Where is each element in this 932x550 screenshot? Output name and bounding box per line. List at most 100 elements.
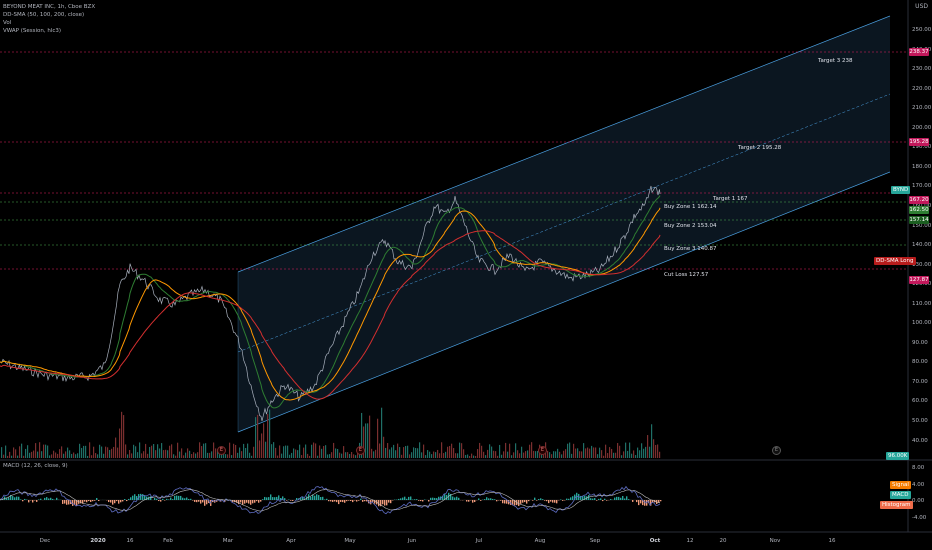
macd-histogram-bar	[568, 498, 570, 500]
macd-histogram-bar	[322, 496, 324, 500]
earnings-marker-2[interactable]: E	[356, 446, 365, 455]
volume-bar	[123, 415, 125, 458]
volume-bar	[375, 449, 377, 458]
chart-legend: BEYOND MEAT INC, 1h, Cboe BZX DD-SMA (50…	[3, 3, 95, 35]
macd-histogram-bar	[398, 498, 400, 500]
volume-bar	[639, 450, 641, 458]
badge-sma-label: DD-SMA Long	[874, 257, 916, 265]
volume-bar	[523, 452, 525, 458]
macd-histogram-bar	[596, 500, 598, 501]
time-tick: 16	[126, 538, 134, 544]
volume-bar	[155, 450, 157, 458]
macd-histogram-bar	[52, 498, 54, 500]
macd-histogram-bar	[452, 496, 454, 500]
macd-histogram-bar	[660, 500, 662, 502]
macd-histogram-bar	[492, 498, 494, 500]
macd-histogram-bar	[258, 500, 260, 503]
volume-bar	[91, 455, 93, 458]
volume-bar	[641, 443, 643, 458]
badge-symbol: BYND	[891, 186, 911, 194]
volume-bar	[477, 449, 479, 458]
legend-vol[interactable]: Vol	[3, 19, 95, 27]
macd-histogram-bar	[616, 496, 618, 500]
volume-bar	[225, 454, 227, 458]
annotation-cutloss[interactable]: Cut Loss 127.57	[664, 272, 708, 278]
volume-bar	[605, 444, 607, 458]
macd-histogram-bar	[92, 500, 94, 502]
macd-histogram-bar	[112, 500, 114, 505]
volume-bar	[151, 445, 153, 458]
annotation-buy3[interactable]: Buy Zone 3 140.87	[664, 246, 717, 252]
legend-symbol[interactable]: BEYOND MEAT INC, 1h, Cboe BZX	[3, 3, 95, 11]
volume-bar	[167, 450, 169, 458]
volume-bar	[289, 454, 291, 458]
price-tick: 110.00	[912, 300, 932, 307]
macd-histogram-bar	[332, 500, 334, 502]
volume-bar	[493, 450, 495, 458]
macd-histogram-bar	[274, 497, 276, 500]
volume-bar	[559, 451, 561, 458]
macd-histogram-bar	[8, 497, 10, 500]
annotation-target2[interactable]: Target 2 195.28	[738, 145, 781, 151]
volume-bar	[425, 455, 427, 458]
volume-bar	[293, 448, 295, 458]
annotation-buy1[interactable]: Buy Zone 1 162.14	[664, 204, 717, 210]
volume-bar	[573, 443, 575, 458]
macd-tick: 0.00	[912, 498, 925, 504]
macd-histogram-bar	[402, 497, 404, 500]
volume-bar	[117, 447, 119, 458]
macd-histogram-bar	[18, 496, 20, 500]
macd-legend[interactable]: MACD (12, 26, close, 9)	[3, 463, 68, 469]
chart-canvas[interactable]	[0, 0, 932, 550]
earnings-marker-1[interactable]: E	[217, 446, 226, 455]
annotation-target3[interactable]: Target 3 238	[818, 58, 853, 64]
badge-157: 157.14	[909, 216, 929, 224]
macd-histogram-bar	[606, 500, 608, 501]
legend-sma[interactable]: DD-SMA (50, 100, 200, close)	[3, 11, 95, 19]
macd-histogram-bar	[126, 500, 128, 502]
volume-bar	[445, 451, 447, 458]
volume-bar	[501, 454, 503, 458]
annotation-buy2[interactable]: Buy Zone 2 153.04	[664, 223, 717, 229]
volume-bar	[231, 455, 233, 458]
macd-histogram-bar	[350, 500, 352, 502]
badge-167: 167.20	[909, 196, 929, 204]
volume-bar	[443, 453, 445, 458]
volume-bar	[301, 455, 303, 458]
volume-bar	[355, 455, 357, 458]
volume-bar	[627, 450, 629, 458]
macd-histogram-bar	[598, 498, 600, 500]
volume-bar	[593, 447, 595, 458]
volume-bar	[529, 444, 531, 458]
macd-histogram-bar	[248, 500, 250, 504]
volume-bar	[65, 451, 67, 458]
earnings-marker-3[interactable]: E	[538, 446, 547, 455]
volume-bar	[437, 449, 439, 458]
macd-histogram-bar	[160, 500, 162, 502]
macd-histogram-bar	[186, 497, 188, 500]
macd-histogram-bar	[386, 500, 388, 506]
volume-bar	[629, 442, 631, 458]
volume-bar	[391, 447, 393, 458]
volume-bar	[419, 442, 421, 458]
macd-histogram-bar	[484, 499, 486, 500]
macd-histogram-bar	[290, 500, 292, 501]
macd-histogram-bar	[132, 495, 134, 500]
volume-bar	[563, 450, 565, 458]
volume-bar	[581, 451, 583, 458]
volume-bar	[621, 455, 623, 458]
volume-bar	[137, 452, 139, 458]
volume-bar	[601, 450, 603, 458]
volume-bar	[97, 454, 99, 458]
macd-histogram-bar	[110, 500, 112, 503]
annotation-target1[interactable]: Target 1 167	[713, 196, 748, 202]
currency-label[interactable]: USD	[915, 3, 928, 10]
macd-histogram-bar	[324, 499, 326, 500]
volume-bar	[525, 451, 527, 458]
macd-histogram-bar	[194, 500, 196, 502]
legend-vwap[interactable]: VWAP (Session, hlc3)	[3, 27, 95, 35]
earnings-marker-upcoming[interactable]: E	[772, 446, 781, 455]
volume-bar	[89, 442, 91, 458]
volume-bar	[339, 452, 341, 458]
macd-histogram-bar	[556, 500, 558, 504]
